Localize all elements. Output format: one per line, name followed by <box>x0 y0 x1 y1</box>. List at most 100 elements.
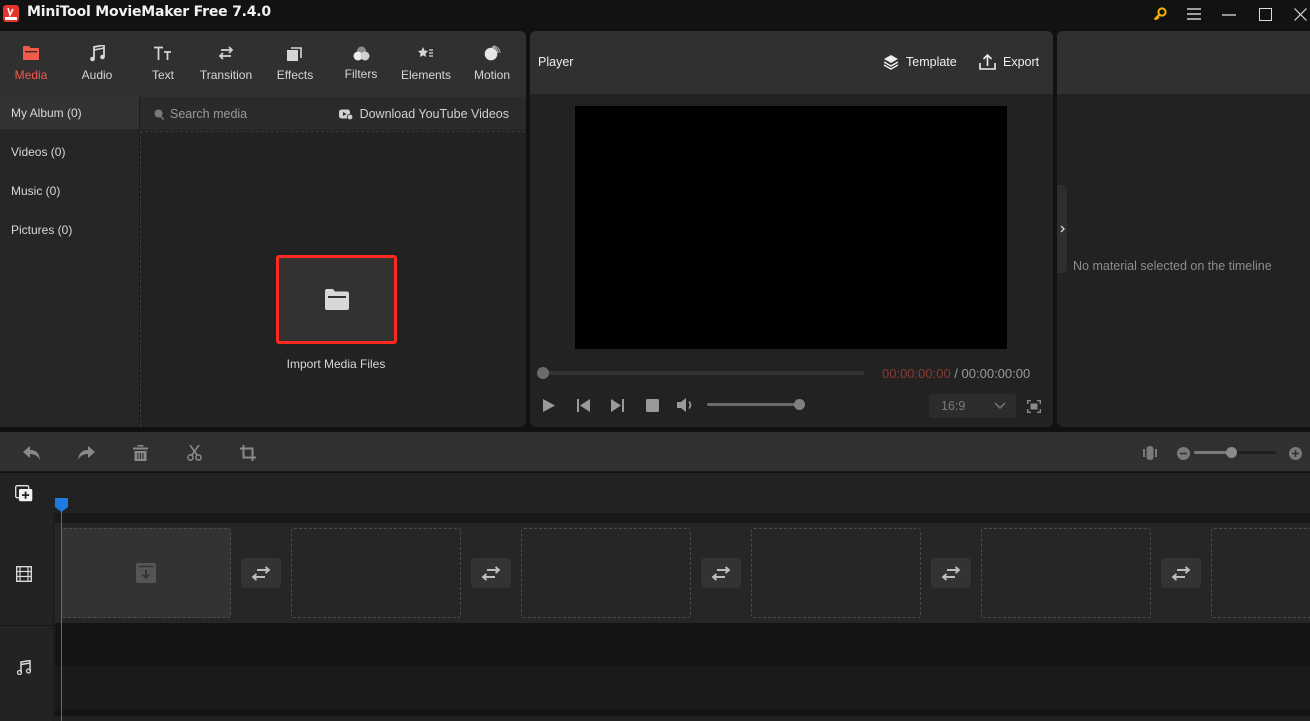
download-youtube-label: Download YouTube Videos <box>359 107 509 121</box>
maximize-button[interactable] <box>1254 4 1276 24</box>
tab-audio[interactable]: Audio <box>64 31 130 97</box>
video-track-header <box>16 566 32 582</box>
download-youtube-button[interactable]: Download YouTube Videos <box>338 105 509 123</box>
properties-panel: No material selected on the timeline <box>1057 31 1310 427</box>
undo-button[interactable] <box>22 443 42 463</box>
fullscreen-button[interactable] <box>1025 397 1043 415</box>
fullscreen-icon <box>1027 399 1041 413</box>
transition-icon <box>1171 565 1191 581</box>
trash-icon <box>132 445 148 461</box>
tab-label: Text <box>151 68 174 82</box>
playhead-handle[interactable] <box>55 498 68 512</box>
music-note-icon <box>89 44 105 61</box>
nav-item-my-album[interactable]: My Album (0) <box>0 97 139 129</box>
nav-item-music[interactable]: Music (0) <box>0 175 139 207</box>
layers-icon <box>883 55 899 70</box>
menu-icon <box>1187 8 1201 20</box>
transition-slot[interactable] <box>471 558 511 588</box>
clip-slot[interactable] <box>1211 528 1310 618</box>
effects-icon <box>287 46 302 61</box>
play-button[interactable] <box>540 396 558 414</box>
aspect-ratio-value: 16:9 <box>941 399 966 413</box>
transition-slot[interactable] <box>1161 558 1201 588</box>
search-input[interactable]: Search media <box>154 105 304 123</box>
timeline <box>0 473 1310 721</box>
volume-button[interactable] <box>676 396 694 414</box>
empty-properties-message: No material selected on the timeline <box>1073 259 1272 273</box>
redo-button[interactable] <box>76 443 96 463</box>
close-icon <box>1293 7 1307 21</box>
crop-button[interactable] <box>238 443 258 463</box>
music-note-icon <box>17 660 31 675</box>
film-icon <box>16 566 32 582</box>
volume-handle[interactable] <box>794 399 805 410</box>
tab-text[interactable]: Text <box>130 31 196 97</box>
activation-key-button[interactable] <box>1149 4 1171 24</box>
media-drop-zone[interactable]: Import Media Files <box>140 131 525 427</box>
tab-label: Elements <box>400 68 452 82</box>
nav-item-videos[interactable]: Videos (0) <box>0 136 139 168</box>
media-area: Search media Download YouTube Videos Imp… <box>139 97 526 427</box>
audio-lane[interactable] <box>55 666 1310 709</box>
timeline-zoom-handle[interactable] <box>1225 447 1237 458</box>
nav-item-pictures[interactable]: Pictures (0) <box>0 214 139 246</box>
folder-icon <box>324 289 349 310</box>
delete-button[interactable] <box>130 443 150 463</box>
transition-slot[interactable] <box>241 558 281 588</box>
add-track-button[interactable] <box>15 485 33 503</box>
undo-icon <box>23 446 40 460</box>
total-time: 00:00:00:00 <box>961 366 1031 381</box>
tab-effects[interactable]: Effects <box>262 31 328 97</box>
tab-elements[interactable]: Elements <box>393 31 459 97</box>
export-button[interactable]: Export <box>979 52 1039 72</box>
fit-icon <box>1143 446 1157 460</box>
import-media-button[interactable] <box>276 255 397 344</box>
clip-slot[interactable] <box>981 528 1151 618</box>
tab-media[interactable]: Media <box>0 31 64 97</box>
import-clip-icon <box>136 563 156 583</box>
tab-transition[interactable]: Transition <box>193 31 259 97</box>
video-track[interactable] <box>55 523 1310 623</box>
zoom-out-button[interactable] <box>1173 443 1193 463</box>
split-button[interactable] <box>184 443 204 463</box>
zoom-in-button[interactable] <box>1285 443 1305 463</box>
previous-frame-button[interactable] <box>574 396 592 414</box>
volume-slider[interactable] <box>707 403 799 406</box>
video-preview[interactable] <box>575 106 1007 349</box>
transition-icon <box>251 565 271 581</box>
player-title: Player <box>538 55 574 69</box>
media-toolbar: Search media Download YouTube Videos <box>140 97 526 130</box>
tab-filters[interactable]: Filters <box>328 31 394 97</box>
playhead-line <box>61 511 62 721</box>
import-media-label: Import Media Files <box>286 357 386 371</box>
clip-slot[interactable] <box>291 528 461 618</box>
menu-button[interactable] <box>1183 4 1205 24</box>
audio-track[interactable] <box>55 623 1310 716</box>
minimize-button[interactable] <box>1218 4 1240 24</box>
chevron-down-icon <box>994 402 1006 409</box>
app-logo-icon <box>3 5 19 22</box>
elements-icon <box>418 47 433 57</box>
next-frame-button[interactable] <box>608 396 626 414</box>
tab-label: Motion <box>473 68 511 82</box>
clip-slot[interactable] <box>751 528 921 618</box>
play-icon <box>543 398 555 412</box>
transition-slot[interactable] <box>701 558 741 588</box>
time-ruler[interactable] <box>55 513 1310 523</box>
tab-label: Transition <box>199 68 253 82</box>
fit-to-timeline-button[interactable] <box>1140 443 1160 463</box>
close-button[interactable] <box>1289 4 1310 24</box>
tab-motion[interactable]: Motion <box>459 31 525 97</box>
collapse-panel-button[interactable] <box>1057 185 1067 273</box>
clip-slot[interactable] <box>521 528 691 618</box>
clip-slot[interactable] <box>61 528 231 618</box>
template-button[interactable]: Template <box>883 52 957 72</box>
maximize-icon <box>1258 7 1272 21</box>
track-headers <box>0 513 54 721</box>
stop-button[interactable] <box>643 396 661 414</box>
seek-bar[interactable] <box>542 371 864 375</box>
chevron-right-icon <box>1060 225 1065 233</box>
seek-handle[interactable] <box>537 367 549 379</box>
transition-slot[interactable] <box>931 558 971 588</box>
aspect-ratio-select[interactable]: 16:9 <box>929 394 1016 418</box>
